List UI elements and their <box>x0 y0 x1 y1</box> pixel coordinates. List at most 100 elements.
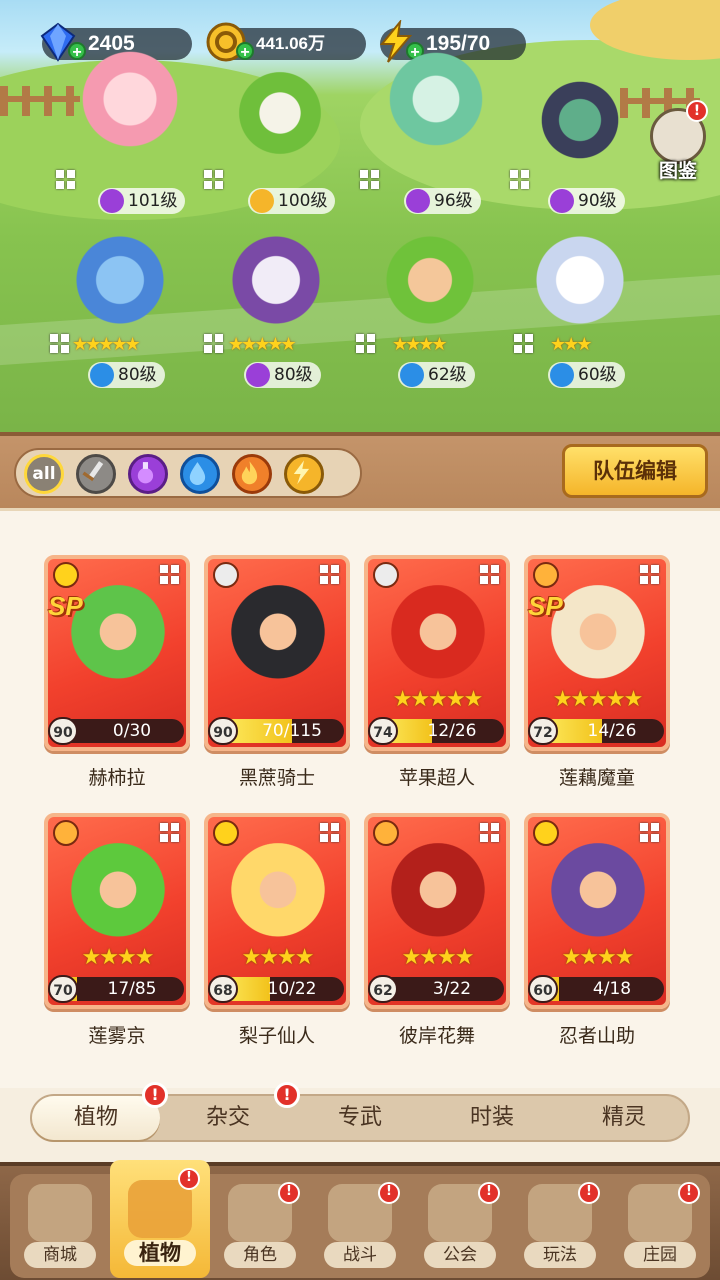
plant-card[interactable]: ★★★★ 3/22 62 彼岸花舞 <box>364 813 510 1047</box>
plant-name: 莲雾京 <box>88 1025 146 1047</box>
potion-icon <box>137 462 154 484</box>
card-level: 62 <box>368 975 398 1003</box>
nav-item[interactable]: 植物 ! <box>110 1160 210 1278</box>
card-level: 90 <box>208 717 238 745</box>
field-hero[interactable]: ★★★★ 62级 <box>350 214 500 404</box>
shard-progress-text: 10/22 <box>267 979 317 999</box>
plant-card[interactable]: SP 0/30 90 赫柿拉 <box>44 555 190 789</box>
category-label: 杂交 <box>205 1105 250 1130</box>
hero-level: 80级 <box>244 362 321 388</box>
category-tab[interactable]: 杂交 <box>164 1096 292 1140</box>
category-label: 时装 <box>469 1105 514 1130</box>
filter-water[interactable] <box>180 454 220 494</box>
fire-icon <box>533 562 559 588</box>
hero-stars: ★★★★★ <box>228 334 297 355</box>
category-tab[interactable]: 植物 <box>32 1096 160 1140</box>
plant-card[interactable]: ★★★★ 17/85 70 莲雾京 <box>44 813 190 1047</box>
plant-card[interactable]: SP ★★★★★ 14/26 72 莲藕魔童 <box>524 555 670 789</box>
plant-portrait <box>550 843 646 947</box>
card-level: 70 <box>48 975 78 1003</box>
nav-item[interactable]: 庄园 ! <box>610 1174 710 1278</box>
field-hero[interactable]: 90级 <box>500 40 650 230</box>
formation-icon <box>50 334 70 354</box>
plant-icon <box>128 1180 192 1238</box>
fire-icon <box>373 820 399 846</box>
formation-icon <box>514 334 534 354</box>
hero-level: 96级 <box>404 188 481 214</box>
card-level: 72 <box>528 717 558 745</box>
nav-label: 庄园 <box>624 1242 696 1268</box>
plant-card-grid: SP 0/30 90 赫柿拉 70/115 90 黑蔗骑士 ★★★★★ 12/2… <box>0 508 720 1088</box>
field-hero[interactable]: ★★★★★ 80级 <box>196 214 346 404</box>
shard-progress-text: 0/30 <box>112 721 152 741</box>
alert-badge-icon: ! <box>678 1182 700 1204</box>
shop-icon <box>28 1184 92 1242</box>
nav-label: 战斗 <box>324 1242 396 1268</box>
card-stars: ★★★★ <box>561 945 635 970</box>
lightning-icon <box>533 820 559 846</box>
filter-fire[interactable] <box>232 454 272 494</box>
hero-scene: + 2405 + 441.06万 + 195/70 101级 100级 96级 … <box>0 0 720 432</box>
plant-card[interactable]: ★★★★ 10/22 68 梨子仙人 <box>204 813 350 1047</box>
water-drop-icon <box>90 363 114 387</box>
formation-icon <box>56 170 76 190</box>
field-hero[interactable]: 96级 <box>356 40 506 230</box>
nav-item[interactable]: 公会 ! <box>410 1174 510 1278</box>
hero-sprite <box>530 50 630 190</box>
formation-icon <box>160 823 180 843</box>
alert-badge-icon: ! <box>686 100 708 122</box>
plant-portrait <box>70 843 166 947</box>
shard-progress-text: 4/18 <box>592 979 632 999</box>
card-level: 60 <box>528 975 558 1003</box>
field-hero[interactable]: ★★★ 60级 <box>500 214 650 404</box>
sword-icon <box>373 562 399 588</box>
hero-level: 60级 <box>548 362 625 388</box>
plant-card[interactable]: ★★★★ 4/18 60 忍者山助 <box>524 813 670 1047</box>
formation-icon <box>320 565 340 585</box>
lightning-icon <box>213 820 239 846</box>
category-tab[interactable]: 精灵 <box>560 1096 688 1140</box>
hero-stars: ★★★ <box>550 334 592 355</box>
filter-lightning[interactable] <box>284 454 324 494</box>
plant-portrait <box>390 585 486 689</box>
card-stars: ★★★★★ <box>552 687 644 712</box>
hero-level: 80级 <box>88 362 165 388</box>
nav-label: 商城 <box>24 1242 96 1268</box>
category-tab[interactable]: 专武 <box>296 1096 424 1140</box>
plant-card[interactable]: ★★★★★ 12/26 74 苹果超人 <box>364 555 510 789</box>
hero-sprite <box>230 50 330 190</box>
formation-icon <box>640 823 660 843</box>
card-stars: ★★★★ <box>241 945 315 970</box>
water-drop-icon <box>400 363 424 387</box>
nav-item[interactable]: 玩法 ! <box>510 1174 610 1278</box>
formation-icon <box>204 170 224 190</box>
nav-label: 公会 <box>424 1242 496 1268</box>
element-filter-bar: all <box>14 448 362 498</box>
atlas-button[interactable]: ! 图鉴 <box>646 100 710 184</box>
nav-item[interactable]: 商城 <box>10 1174 110 1278</box>
alert-badge-icon: ! <box>478 1182 500 1204</box>
plant-portrait <box>70 585 166 689</box>
field-hero[interactable]: 100级 <box>200 40 350 230</box>
filter-sword[interactable] <box>76 454 116 494</box>
nav-item[interactable]: 战斗 ! <box>310 1174 410 1278</box>
hero-stars: ★★★★★ <box>72 334 141 355</box>
card-stars: ★★★★★ <box>392 687 484 712</box>
sp-badge: SP <box>48 591 83 621</box>
potion-icon <box>100 189 124 213</box>
filter-potion[interactable] <box>128 454 168 494</box>
nav-item[interactable]: 角色 ! <box>210 1174 310 1278</box>
alert-badge-icon: ! <box>278 1182 300 1204</box>
filter-all[interactable]: all <box>24 454 64 494</box>
plant-portrait <box>390 843 486 947</box>
formation-icon <box>360 170 380 190</box>
field-hero[interactable]: ★★★★★ 80级 <box>40 214 190 404</box>
category-tab[interactable]: 时装 <box>428 1096 556 1140</box>
plant-name: 梨子仙人 <box>238 1025 315 1047</box>
potion-icon <box>550 189 574 213</box>
plant-card[interactable]: 70/115 90 黑蔗骑士 <box>204 555 350 789</box>
shard-progress-text: 70/115 <box>262 721 322 741</box>
field-hero[interactable]: 101级 <box>50 40 200 230</box>
team-edit-button[interactable]: 队伍编辑 <box>562 444 708 498</box>
hero-sprite <box>80 50 180 190</box>
